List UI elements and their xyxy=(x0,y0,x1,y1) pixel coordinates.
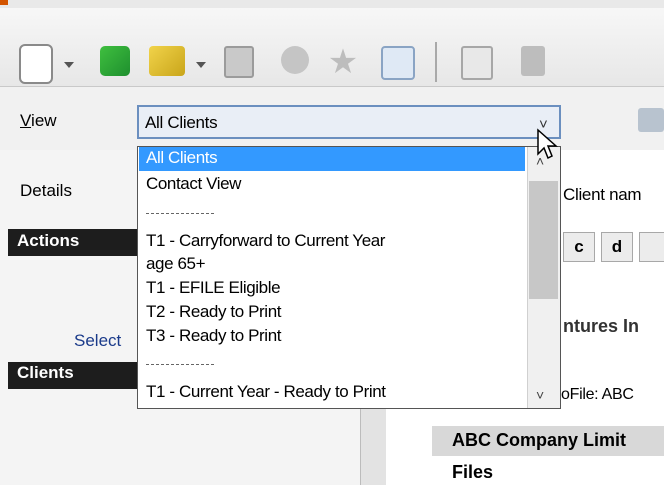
option-contact-view[interactable]: Contact View xyxy=(146,174,241,194)
details-label: Details xyxy=(20,181,72,200)
client-name-label: Client nam xyxy=(563,185,642,204)
mouse-cursor-icon xyxy=(537,128,558,160)
search-icon[interactable] xyxy=(381,46,415,80)
option-separator xyxy=(146,364,214,366)
filter-cell-d[interactable]: d xyxy=(601,232,633,262)
files-label: Files xyxy=(452,462,494,482)
option-t1-efile[interactable]: T1 - EFILE Eligible xyxy=(146,278,281,298)
actions-label: Actions xyxy=(17,231,80,250)
select-link[interactable]: Select xyxy=(74,331,121,351)
view-dropdown-list[interactable]: All Clients Contact View T1 - Carryforwa… xyxy=(137,146,561,409)
option-separator xyxy=(146,213,214,215)
window-top-mark xyxy=(0,0,8,5)
scrollbar-thumb[interactable] xyxy=(529,181,558,299)
chevron-down-icon[interactable]: ˅ xyxy=(536,387,544,403)
save-icon[interactable] xyxy=(224,46,254,78)
option-t1-carryforward[interactable]: T1 - Carryforward to Current Year xyxy=(146,231,385,251)
option-all-clients[interactable]: All Clients xyxy=(146,148,218,168)
view-label-rest: iew xyxy=(31,111,57,130)
filter-cell-c[interactable]: c xyxy=(563,232,595,262)
option-age-65[interactable]: age 65+ xyxy=(146,254,206,274)
option-t1-current-year[interactable]: T1 - Current Year - Ready to Print xyxy=(146,382,386,402)
toolbar: ★ xyxy=(0,8,664,87)
view-combobox-value: All Clients xyxy=(145,113,218,132)
clients-label: Clients xyxy=(17,363,74,382)
view-label: View xyxy=(20,111,57,131)
option-t2-ready[interactable]: T2 - Ready to Print xyxy=(146,302,281,322)
printer-icon[interactable] xyxy=(638,108,664,132)
option-t3-ready[interactable]: T3 - Ready to Print xyxy=(146,326,281,346)
folder-icon[interactable] xyxy=(149,46,185,76)
company-name: ABC Company Limit xyxy=(452,430,627,450)
filter-cell-next[interactable] xyxy=(639,232,664,262)
info-icon[interactable] xyxy=(281,46,309,74)
star-icon[interactable]: ★ xyxy=(326,45,360,79)
calculator-icon[interactable] xyxy=(521,46,545,76)
new-document-icon[interactable] xyxy=(19,44,53,84)
view-label-mnemonic: V xyxy=(20,111,32,130)
green-arrow-icon[interactable] xyxy=(100,46,130,76)
toolbar-separator xyxy=(435,42,437,82)
company-title-partial: ntures In xyxy=(563,316,640,336)
new-dropdown-arrow-icon[interactable] xyxy=(64,62,74,68)
folder-dropdown-arrow-icon[interactable] xyxy=(196,62,206,68)
edit-icon[interactable] xyxy=(461,46,493,80)
profile-text-partial: oFile: ABC xyxy=(561,386,634,403)
